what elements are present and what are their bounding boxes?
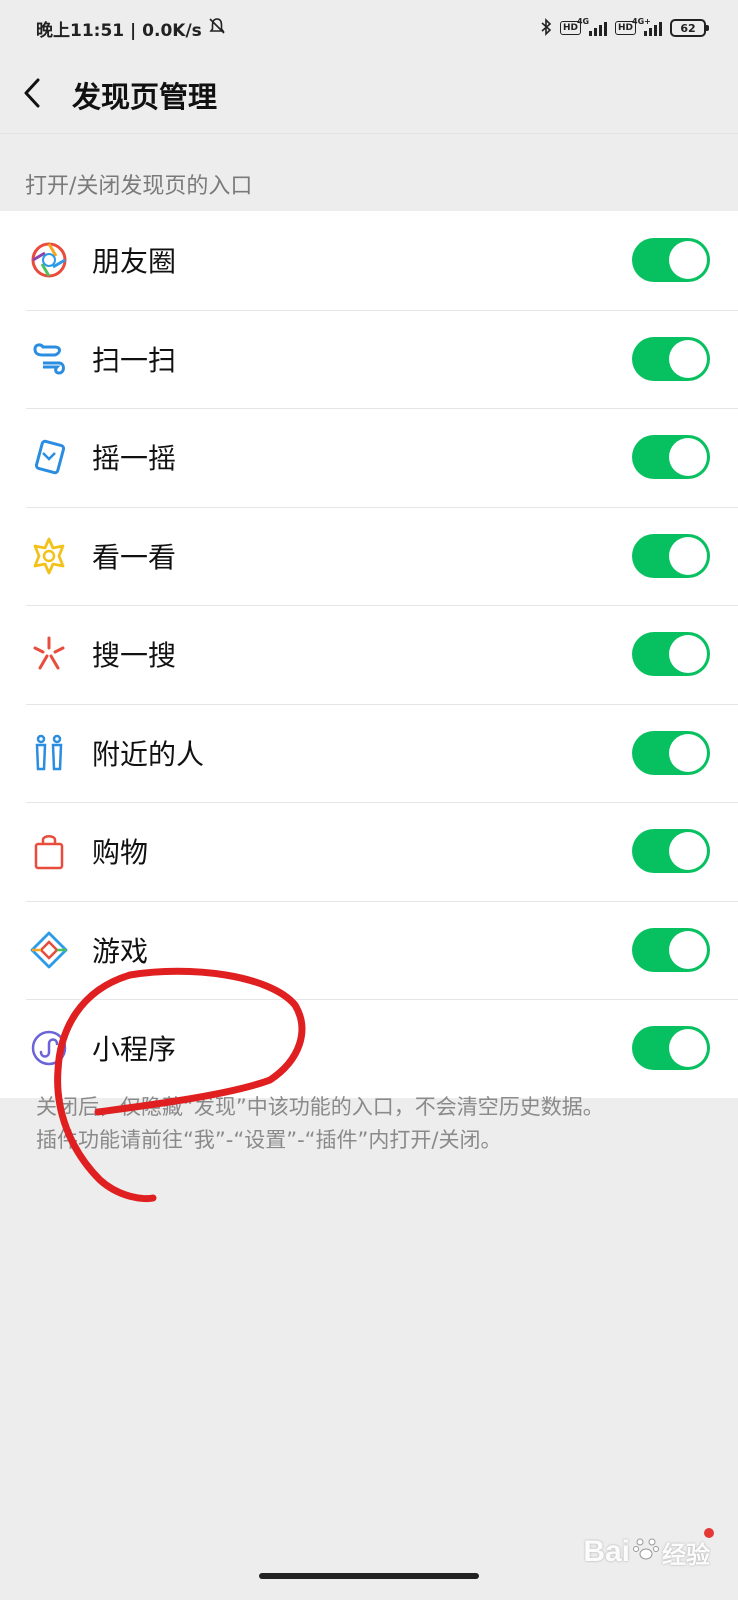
home-indicator[interactable] bbox=[259, 1573, 479, 1579]
toggle-switch[interactable] bbox=[632, 435, 710, 480]
list-item-label: 摇一摇 bbox=[92, 442, 177, 476]
list-item-label: 扫一扫 bbox=[92, 343, 177, 377]
toggle-switch[interactable] bbox=[632, 336, 710, 381]
bluetooth-icon bbox=[540, 17, 552, 39]
list-item-search[interactable]: 搜一搜 bbox=[0, 605, 738, 704]
toggle-switch[interactable] bbox=[632, 927, 710, 972]
list-item-mini-programs[interactable]: 小程序 bbox=[0, 999, 738, 1098]
net-label-1: 4G bbox=[576, 17, 590, 26]
status-bar: 晚上11:51 | 0.0K/s HD 4G HD 4G+ 62 bbox=[0, 0, 738, 56]
nav-bar: 发现页管理 bbox=[0, 56, 738, 134]
toggle-knob bbox=[669, 438, 707, 477]
chevron-left-icon bbox=[22, 77, 42, 113]
back-button[interactable] bbox=[22, 71, 62, 119]
toggle-knob bbox=[669, 635, 707, 674]
footer-line-2: 插件功能请前往“我”-“设置”-“插件”内打开/关闭。 bbox=[36, 1128, 502, 1152]
toggle-knob bbox=[669, 536, 707, 575]
baidu-jingyan-watermark: Bai 经验 bbox=[583, 1528, 714, 1570]
search-sparkle-icon bbox=[28, 633, 70, 675]
toggle-switch[interactable] bbox=[632, 238, 710, 283]
battery-icon: 62 bbox=[670, 19, 709, 37]
toggle-knob bbox=[669, 241, 707, 280]
net-label-2: 4G+ bbox=[632, 17, 651, 26]
list-item-label: 搜一搜 bbox=[92, 639, 177, 673]
list-item-scan[interactable]: 扫一扫 bbox=[0, 309, 738, 409]
list-item-shake[interactable]: 摇一摇 bbox=[0, 408, 738, 507]
list-item-games[interactable]: 游戏 bbox=[0, 900, 738, 1000]
people-nearby-icon bbox=[28, 732, 70, 774]
shopping-bag-icon bbox=[28, 830, 70, 872]
list-item-label: 朋友圈 bbox=[92, 245, 177, 279]
toggle-switch[interactable] bbox=[632, 829, 710, 874]
discover-entries-list: 朋友圈 扫一扫 摇一摇 看一看 搜一搜 附近的人 购物 游戏 小程序 bbox=[0, 211, 738, 1098]
section-header: 打开/关闭发现页的入口 bbox=[25, 174, 253, 199]
page-title: 发现页管理 bbox=[72, 79, 218, 114]
signal-icon-1: 4G bbox=[577, 17, 607, 36]
status-left: 晚上11:51 | 0.0K/s bbox=[36, 16, 226, 41]
toggle-knob bbox=[669, 832, 707, 871]
list-item-label: 看一看 bbox=[92, 540, 177, 574]
toggle-switch[interactable] bbox=[632, 533, 710, 578]
status-time-speed: 晚上11:51 | 0.0K/s bbox=[36, 20, 202, 41]
list-item-moments[interactable]: 朋友圈 bbox=[0, 211, 738, 310]
status-right: HD 4G HD 4G+ 62 bbox=[540, 17, 709, 39]
toggle-switch[interactable] bbox=[632, 1026, 710, 1071]
list-item-shopping[interactable]: 购物 bbox=[0, 802, 738, 901]
toggle-knob bbox=[669, 930, 707, 969]
footer-note: 关闭后，仅隐藏“发现”中该功能的入口，不会清空历史数据。 插件功能请前往“我”-… bbox=[36, 1091, 716, 1157]
watermark-text-cn: 经验 bbox=[662, 1541, 710, 1569]
toggle-switch[interactable] bbox=[632, 632, 710, 677]
list-item-label: 附近的人 bbox=[92, 737, 205, 771]
shake-icon bbox=[28, 436, 70, 478]
signal-icon-2: 4G+ bbox=[632, 17, 662, 36]
toggle-knob bbox=[669, 339, 707, 378]
mute-bell-icon bbox=[208, 17, 226, 40]
toggle-switch[interactable] bbox=[632, 730, 710, 775]
toggle-knob bbox=[669, 1029, 707, 1068]
list-item-label: 小程序 bbox=[92, 1033, 177, 1067]
list-item-label: 购物 bbox=[92, 836, 149, 870]
top-stories-icon bbox=[28, 535, 70, 577]
list-item-top-stories[interactable]: 看一看 bbox=[0, 506, 738, 606]
list-item-label: 游戏 bbox=[92, 934, 149, 968]
paw-icon bbox=[632, 1534, 660, 1570]
battery-level: 62 bbox=[680, 21, 696, 35]
watermark-text-latin: Bai bbox=[583, 1535, 630, 1568]
list-item-people-nearby[interactable]: 附近的人 bbox=[0, 703, 738, 803]
scan-icon bbox=[28, 338, 70, 380]
watermark-dot bbox=[704, 1528, 714, 1538]
moments-icon bbox=[28, 239, 70, 281]
games-icon bbox=[28, 929, 70, 971]
toggle-knob bbox=[669, 733, 707, 772]
mini-programs-icon bbox=[28, 1027, 70, 1069]
footer-line-1: 关闭后，仅隐藏“发现”中该功能的入口，不会清空历史数据。 bbox=[36, 1095, 604, 1119]
